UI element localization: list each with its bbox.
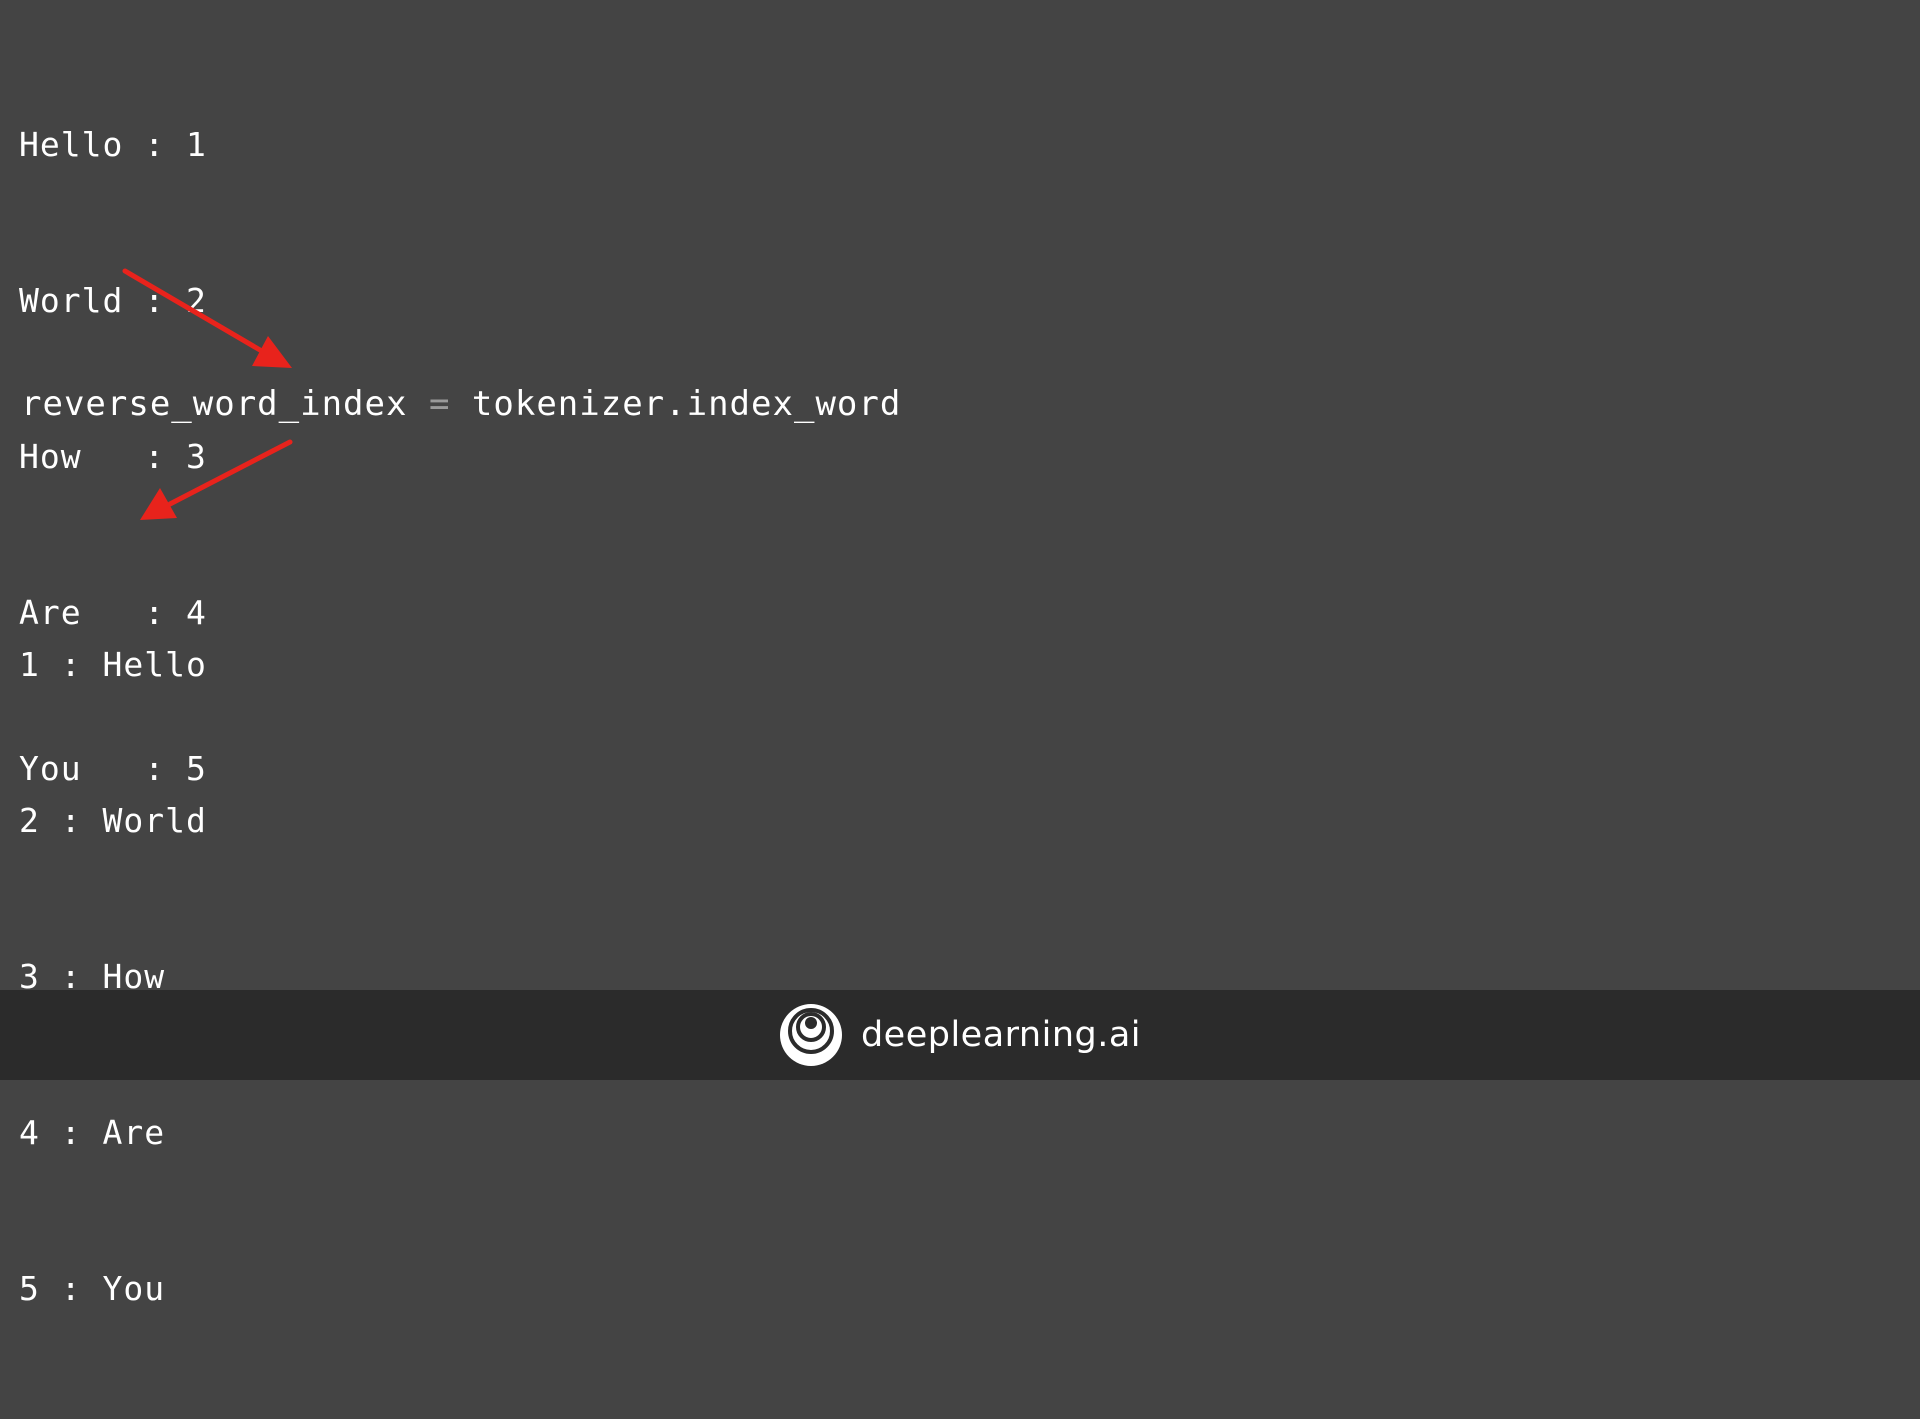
brand-name: deeplearning.ai bbox=[860, 1015, 1142, 1055]
index-word-word: You bbox=[102, 1269, 166, 1308]
index-word-row: 2 : World bbox=[19, 795, 207, 847]
brand: deeplearning.ai bbox=[779, 1003, 1141, 1067]
index-word-word: Hello bbox=[102, 645, 207, 684]
index-word-index: 1 bbox=[19, 645, 40, 684]
index-word-word: Are bbox=[102, 1113, 166, 1152]
annotation-arrows bbox=[122, 268, 293, 520]
code-line: reverse_word_index = tokenizer.index_wor… bbox=[21, 378, 901, 430]
word-index-value: 3 bbox=[185, 437, 207, 476]
index-word-row: 1 : Hello bbox=[19, 639, 207, 691]
index-word-separator: : bbox=[39, 1113, 103, 1152]
word-index-separator: : bbox=[123, 437, 186, 476]
index-word-word: World bbox=[102, 801, 207, 840]
index-word-list: 1 : Hello 2 : World 3 : How 4 : Are 5 : … bbox=[19, 535, 207, 1419]
word-index-value: 2 bbox=[185, 281, 207, 320]
word-index-word: World bbox=[19, 281, 124, 320]
index-word-separator: : bbox=[39, 801, 103, 840]
word-index-value: 1 bbox=[185, 125, 207, 164]
code-rhs: tokenizer.index_word bbox=[471, 384, 902, 424]
code-operator: = bbox=[428, 384, 451, 424]
word-index-separator: : bbox=[123, 125, 186, 164]
index-word-index: 4 bbox=[19, 1113, 40, 1152]
index-word-index: 2 bbox=[19, 801, 40, 840]
footer-bar: deeplearning.ai bbox=[0, 990, 1920, 1080]
word-index-word: Hello bbox=[19, 125, 124, 164]
slide: Hello : 1 World : 2 How : 3 Are : 4 You … bbox=[0, 0, 1920, 1308]
word-index-row: World : 2 bbox=[19, 275, 207, 327]
index-word-row: 5 : You bbox=[19, 1263, 207, 1315]
index-word-separator: : bbox=[39, 645, 103, 684]
deeplearning-logo-icon bbox=[779, 1004, 842, 1066]
index-word-index: 5 bbox=[19, 1269, 40, 1308]
index-word-separator: : bbox=[39, 1269, 103, 1308]
word-index-row: Hello : 1 bbox=[19, 119, 207, 171]
index-word-row: 4 : Are bbox=[19, 1107, 207, 1159]
word-index-row: How : 3 bbox=[19, 431, 207, 483]
code-lhs: reverse_word_index bbox=[21, 384, 408, 424]
word-index-word: How bbox=[19, 437, 124, 476]
word-index-separator: : bbox=[123, 281, 186, 320]
